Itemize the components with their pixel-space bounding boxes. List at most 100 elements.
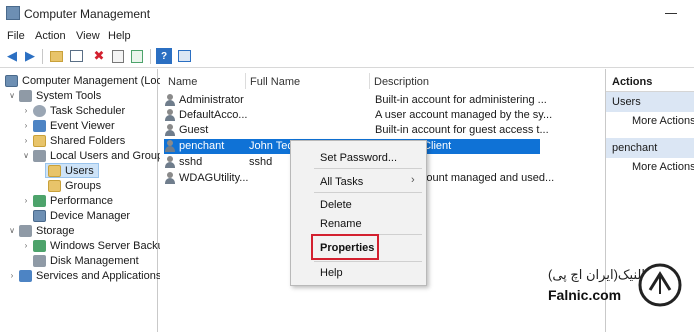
expanded-chevron-icon[interactable]: ∨: [21, 151, 31, 160]
up-folder-icon[interactable]: [48, 48, 64, 64]
tree-item-label: Device Manager: [50, 209, 131, 222]
tree-item-label: Windows Server Backup: [50, 239, 170, 252]
menu-action[interactable]: Action: [35, 30, 66, 42]
user-name: penchant: [179, 140, 225, 152]
collapsed-chevron-icon[interactable]: ›: [7, 271, 17, 280]
menu-item-set-password[interactable]: Set Password...: [320, 152, 397, 164]
menu-item-help[interactable]: Help: [320, 267, 343, 279]
tree-item-groups[interactable]: Groups: [46, 178, 101, 193]
user-name: sshd: [179, 156, 203, 168]
collapsed-chevron-icon[interactable]: ›: [21, 136, 31, 145]
more-actions-penchant[interactable]: More Actions: [632, 161, 694, 173]
menu-file[interactable]: File: [7, 30, 25, 42]
tree-item-task-scheduler[interactable]: › Task Scheduler: [21, 103, 125, 118]
user-name: WDAGUtility...: [179, 172, 249, 184]
actions-section-users[interactable]: Users: [606, 92, 694, 112]
clock-icon: [33, 104, 46, 117]
folder-icon: [48, 179, 61, 192]
tree-item-computer-management[interactable]: Computer Management (Local): [3, 73, 174, 88]
services-icon: [19, 269, 32, 282]
delete-icon[interactable]: ✖: [91, 48, 107, 64]
minimize-button[interactable]: [657, 4, 687, 22]
more-actions-users[interactable]: More Actions: [632, 115, 694, 127]
menu-item-rename[interactable]: Rename: [320, 218, 362, 230]
user-full-name: sshd: [249, 156, 273, 168]
column-description[interactable]: Description: [374, 76, 429, 88]
tree-item-storage[interactable]: ∨ Storage: [7, 223, 75, 238]
user-icon: [164, 109, 176, 121]
tree-item-label: Storage: [36, 224, 75, 237]
watermark-domain: Falnic.com: [548, 287, 622, 303]
tree-item-label: Task Scheduler: [50, 104, 126, 117]
expanded-chevron-icon[interactable]: ∨: [7, 91, 17, 100]
user-description: A user account managed by the sy...: [375, 109, 553, 121]
tree-item-label: Services and Applications: [36, 269, 162, 282]
menu-item-delete[interactable]: Delete: [320, 199, 352, 211]
tree-item-label: Users: [65, 164, 94, 177]
user-name: Guest: [179, 124, 209, 136]
shared-folder-icon: [33, 134, 46, 147]
tree-item-label: Performance: [50, 194, 113, 207]
disk-icon: [33, 254, 46, 267]
tree-item-disk-management[interactable]: Disk Management: [31, 253, 139, 268]
column-divider[interactable]: [369, 73, 370, 89]
user-description: Built-in account for guest access t...: [375, 124, 549, 136]
properties-icon[interactable]: [110, 48, 126, 64]
backup-icon: [33, 239, 46, 252]
tree-item-label: Disk Management: [50, 254, 139, 267]
user-name: DefaultAcco...: [179, 109, 248, 121]
table-row[interactable]: Guest Built-in account for guest access …: [164, 123, 549, 138]
collapsed-chevron-icon[interactable]: ›: [21, 241, 31, 250]
user-icon: [164, 156, 176, 168]
tree-item-label: Event Viewer: [50, 119, 115, 132]
computer-icon: [5, 74, 18, 87]
export-list-icon[interactable]: [129, 48, 145, 64]
back-arrow-icon[interactable]: ◀: [4, 48, 20, 64]
menu-help[interactable]: Help: [108, 30, 131, 42]
user-icon: [164, 140, 176, 152]
menu-view[interactable]: View: [76, 30, 100, 42]
performance-icon: [33, 194, 46, 207]
user-icon: [164, 172, 176, 184]
help-icon[interactable]: ?: [156, 48, 172, 64]
actions-section-penchant[interactable]: penchant: [606, 138, 694, 158]
expanded-chevron-icon[interactable]: ∨: [7, 226, 17, 235]
show-hide-tree-icon[interactable]: [68, 48, 84, 64]
tools-icon: [19, 89, 32, 102]
user-icon: [164, 94, 176, 106]
tree-item-system-tools[interactable]: ∨ System Tools: [7, 88, 101, 103]
storage-icon: [19, 224, 32, 237]
actions-title: Actions: [606, 72, 694, 92]
forward-arrow-icon[interactable]: ▶: [22, 48, 38, 64]
tree-item-users[interactable]: Users: [45, 163, 99, 178]
tree-item-performance[interactable]: › Performance: [21, 193, 113, 208]
menu-item-all-tasks[interactable]: All Tasks: [320, 176, 363, 188]
view-icon[interactable]: [176, 48, 192, 64]
column-full-name[interactable]: Full Name: [250, 76, 300, 88]
tree-item-shared-folders[interactable]: › Shared Folders: [21, 133, 125, 148]
toolbar-separator: [150, 49, 151, 64]
column-divider[interactable]: [245, 73, 246, 89]
collapsed-chevron-icon[interactable]: ›: [21, 196, 31, 205]
event-viewer-icon: [33, 119, 46, 132]
tree-item-windows-server-backup[interactable]: › Windows Server Backup: [21, 238, 170, 253]
tree-item-local-users-and-groups[interactable]: ∨ Local Users and Groups: [21, 148, 169, 163]
column-name[interactable]: Name: [168, 76, 197, 88]
user-icon: [164, 124, 176, 136]
tree-item-services-and-applications[interactable]: › Services and Applications: [7, 268, 161, 283]
table-row[interactable]: DefaultAcco... A user account managed by…: [164, 108, 552, 123]
collapsed-chevron-icon[interactable]: ›: [21, 106, 31, 115]
menu-separator: [314, 168, 422, 169]
computer-management-icon: [6, 6, 20, 20]
user-description: Built-in account for administering ...: [375, 94, 547, 106]
menu-bar: File Action View Help: [0, 28, 694, 46]
tree-item-event-viewer[interactable]: › Event Viewer: [21, 118, 115, 133]
tree-item-device-manager[interactable]: Device Manager: [31, 208, 130, 223]
collapsed-chevron-icon[interactable]: ›: [21, 121, 31, 130]
tree-item-label: Groups: [65, 179, 102, 192]
tree-item-label: System Tools: [36, 89, 102, 102]
users-group-icon: [33, 149, 46, 162]
tree-item-label: Shared Folders: [50, 134, 126, 147]
table-row[interactable]: Administrator Built-in account for admin…: [164, 93, 547, 108]
menu-separator: [314, 261, 422, 262]
